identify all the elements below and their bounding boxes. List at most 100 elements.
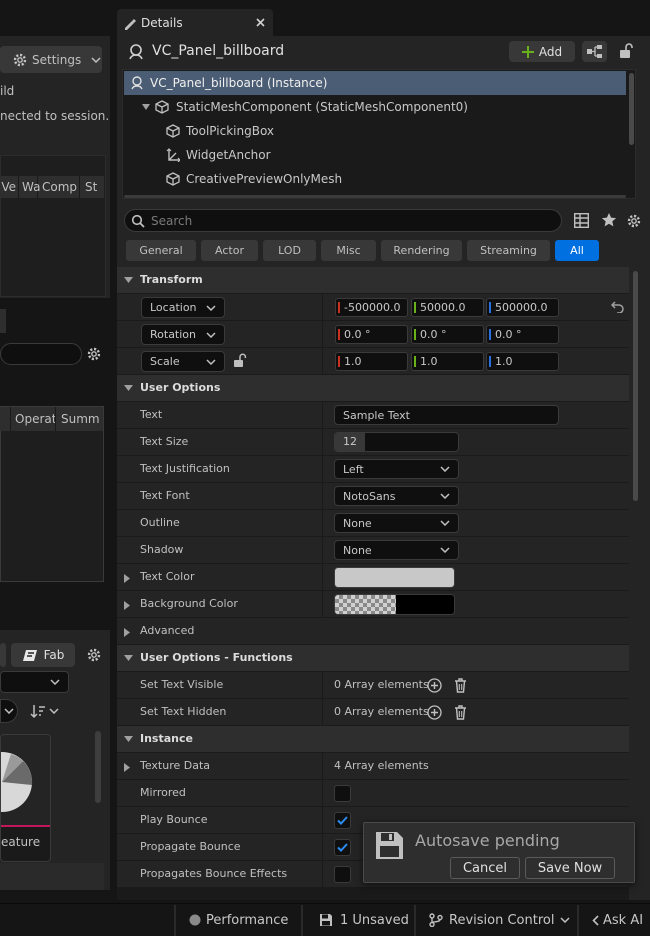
ask-ai-label: Ask AI [603,912,644,928]
add-element-icon[interactable] [427,678,442,693]
location-x-field[interactable]: -500000.0 [335,298,408,317]
actor-icon [127,43,145,61]
cancel-button[interactable]: Cancel [450,857,520,879]
mirrored-checkbox[interactable] [334,785,351,802]
column-header[interactable]: Summ [56,407,102,431]
lock-open-icon[interactable] [233,353,247,368]
section-user-options[interactable]: User Options [117,375,629,402]
column-header[interactable]: Wa [19,176,40,198]
scale-x-field[interactable]: 1.0 [335,352,408,371]
dropdown-value: NotoSans [343,489,396,503]
rotation-z-field[interactable]: 0.0 ° [486,325,559,344]
tree-item-label: WidgetAnchor [186,148,271,162]
text-font-dropdown[interactable]: NotoSans [334,486,459,506]
add-element-icon[interactable] [427,705,442,720]
section-transform[interactable]: Transform [117,267,629,294]
settings-button[interactable]: Settings [0,46,102,73]
filter-misc[interactable]: Misc [321,240,376,261]
location-dropdown[interactable]: Location [141,297,225,318]
outline-dropdown[interactable]: None [334,513,459,533]
property-advanced[interactable]: Advanced [117,618,629,645]
sort-icon[interactable] [30,703,59,719]
search-input[interactable]: Search [124,209,562,232]
tree-item-staticmeshcomponent[interactable]: StaticMeshComponent (StaticMeshComponent… [124,95,626,119]
filter-all[interactable]: All [555,240,599,261]
rotation-dropdown[interactable]: Rotation [141,324,225,345]
scale-z-field[interactable]: 1.0 [486,352,559,371]
shadow-dropdown[interactable]: None [334,540,459,560]
column-header[interactable]: Operat [11,407,56,431]
caret-down-icon[interactable] [142,104,150,110]
property-location: Location -500000.0 50000.0 500000.0 [117,294,629,321]
filter-rendering[interactable]: Rendering [381,240,462,261]
blueprint-button[interactable] [582,41,607,62]
column-header[interactable]: St [80,176,102,198]
tree-item-toolpickingbox[interactable]: ToolPickingBox [124,119,626,143]
lock-open-icon[interactable] [619,43,633,59]
propagate-bounce-checkbox[interactable] [334,839,351,856]
rotation-x-field[interactable]: 0.0 ° [335,325,408,344]
caret-right-icon[interactable] [124,763,130,772]
add-component-button[interactable]: Add [509,41,575,62]
reset-arrow-icon[interactable] [611,301,624,313]
column-header[interactable]: Comp [38,176,80,198]
add-label: Add [538,44,563,59]
mesh-icon [166,172,180,186]
unsaved-button[interactable]: 1 Unsaved [319,904,409,936]
trash-icon[interactable] [454,678,467,693]
left-scrollbar[interactable] [95,731,101,803]
text-justification-dropdown[interactable]: Left [334,459,459,479]
section-instance[interactable]: Instance [117,726,629,753]
text-size-field[interactable]: 12 [334,432,459,452]
play-bounce-checkbox[interactable] [334,812,351,829]
tree-scrollbar[interactable] [629,73,634,145]
left-dropdown[interactable] [0,671,69,693]
scale-y-field[interactable]: 1.0 [411,352,484,371]
caret-right-icon[interactable] [124,574,130,583]
star-icon[interactable] [601,212,617,228]
background-color-swatch[interactable] [334,594,455,615]
trash-icon[interactable] [454,705,467,720]
revision-control-button[interactable]: Revision Control [429,904,570,936]
tab-details[interactable]: Details [117,9,273,36]
tree-item-instance[interactable]: VC_Panel_billboard (Instance) [124,71,626,95]
save-now-button[interactable]: Save Now [525,857,615,879]
location-y-field[interactable]: 50000.0 [411,298,484,317]
tree-item-creativepreviewonlymesh[interactable]: CreativePreviewOnlyMesh [124,167,626,191]
section-user-options-functions[interactable]: User Options - Functions [117,645,629,672]
left-search-input[interactable] [0,343,82,365]
filter-general[interactable]: General [126,240,196,261]
filter-lod[interactable]: LOD [263,240,316,261]
table-view-icon[interactable] [574,213,589,228]
close-icon[interactable] [256,18,265,27]
caret-right-icon[interactable] [124,601,130,610]
property-background-color: Background Color [117,591,629,618]
ask-ai-button[interactable]: Ask AI [592,904,643,936]
left-small-button[interactable] [0,643,6,667]
text-color-swatch[interactable] [334,567,455,588]
save-floppy-icon [319,913,333,927]
asset-tile[interactable]: eature [0,734,51,862]
property-scrollbar[interactable] [633,271,638,501]
gear-icon[interactable] [626,213,642,229]
scale-dropdown[interactable]: Scale [141,351,225,372]
branch-icon [429,913,443,927]
filter-streaming[interactable]: Streaming [467,240,550,261]
gear-icon[interactable] [86,647,102,663]
tree-item-widgetanchor[interactable]: WidgetAnchor [124,143,626,167]
tree-item-label: VC_Panel_billboard (Instance) [150,76,328,90]
mesh-icon [155,100,169,114]
left-divider [0,309,6,333]
text-field[interactable]: Sample Text [334,405,559,425]
left-message-2: nected to session. [0,109,110,123]
location-z-field[interactable]: 500000.0 [486,298,559,317]
fab-button[interactable]: Fab [11,643,75,667]
column-header[interactable]: Ve [0,176,19,198]
tree-item-label: StaticMeshComponent (StaticMeshComponent… [176,100,468,114]
propagates-bounce-effects-checkbox[interactable] [334,866,351,883]
tree-hscroll[interactable] [124,195,626,198]
performance-button[interactable]: Performance [189,904,288,936]
gear-icon[interactable] [86,346,102,362]
filter-actor[interactable]: Actor [201,240,258,261]
rotation-y-field[interactable]: 0.0 ° [411,325,484,344]
